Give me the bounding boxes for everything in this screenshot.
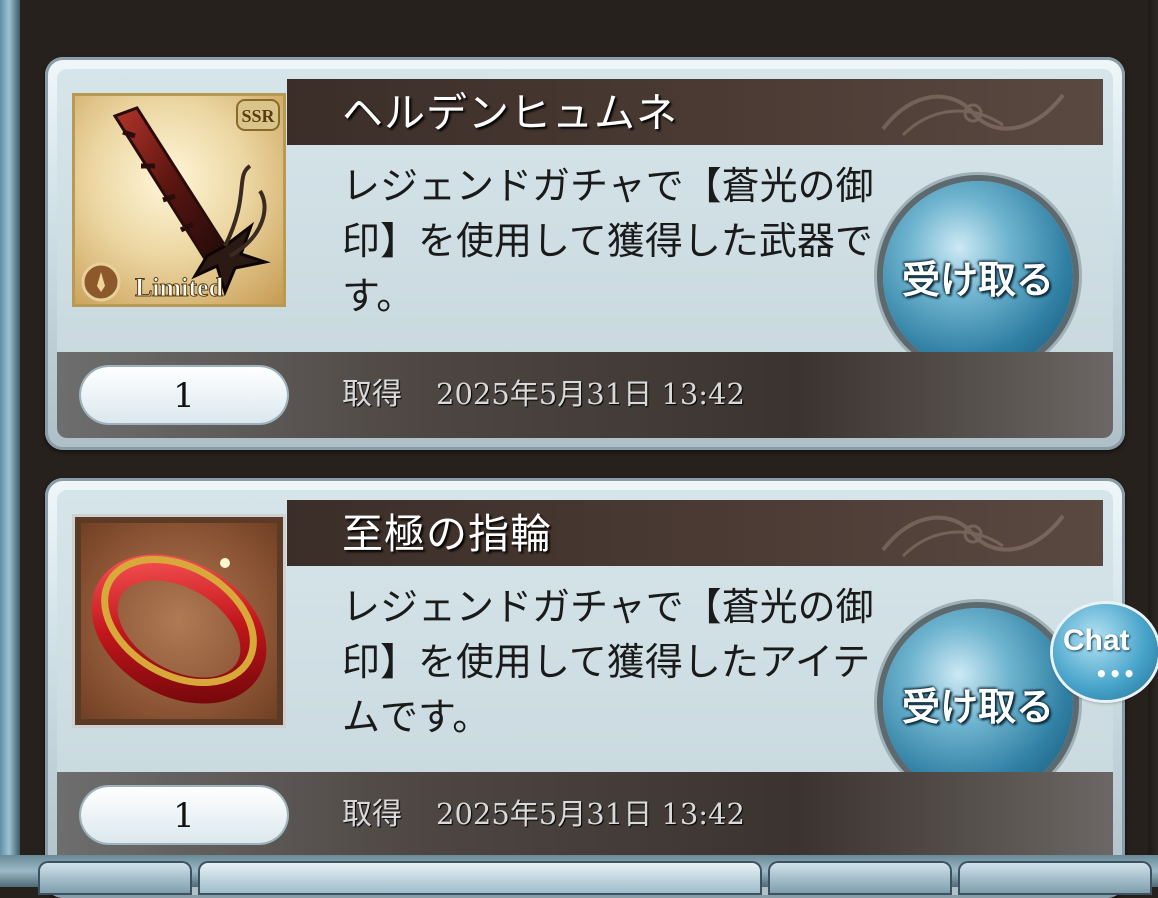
weapon-icon: SSR Limited: [81, 99, 280, 303]
claim-button-label: 受け取る: [901, 684, 1054, 729]
claim-button[interactable]: 受け取る: [883, 181, 1073, 371]
item-name: ヘルデンヒュムネ: [342, 89, 678, 137]
ornament-decoration: [881, 93, 1065, 137]
acquired-info: 取得 2025年5月31日 13:42: [342, 374, 745, 415]
gift-card-body: 至極の指輪 レジェンドガチャで【蒼光の御印】を使用して獲得したアイテムです。 受…: [57, 490, 1113, 886]
item-info-bar: 1 取得 2025年5月31日 13:42: [57, 352, 1113, 438]
footer-tab-3[interactable]: [770, 863, 950, 893]
quantity-badge: 1: [81, 367, 287, 423]
footer-tab-center[interactable]: [200, 863, 760, 893]
chat-button[interactable]: Chat •••: [1053, 604, 1158, 700]
item-thumbnail: SSR Limited: [72, 93, 286, 307]
item-name: 至極の指輪: [342, 510, 552, 558]
quantity-badge: 1: [81, 787, 287, 843]
item-thumbnail: [72, 514, 286, 728]
item-info-bar: 1 取得 2025年5月31日 13:42: [57, 772, 1113, 858]
footer-tab-back[interactable]: [40, 863, 190, 893]
chat-label: Chat: [1063, 624, 1130, 657]
left-frame-border: [0, 0, 20, 887]
acquired-date: 2025年5月31日 13:42: [436, 797, 745, 831]
chat-dots-icon: •••: [1095, 662, 1137, 686]
ssr-badge-text: SSR: [241, 106, 275, 126]
acquired-date: 2025年5月31日 13:42: [436, 377, 745, 411]
right-frame-border: [1148, 0, 1158, 887]
footer-tab-4[interactable]: [960, 863, 1150, 893]
claim-button[interactable]: 受け取る: [883, 608, 1073, 798]
ring-icon: [91, 554, 267, 704]
ornament-decoration: [881, 514, 1065, 558]
claim-button-label: 受け取る: [901, 257, 1054, 302]
acquired-label: 取得: [342, 377, 402, 412]
item-description: レジェンドガチャで【蒼光の御印】を使用して獲得した武器です。: [342, 164, 874, 318]
acquired-info: 取得 2025年5月31日 13:42: [342, 794, 745, 835]
gift-card: 至極の指輪 レジェンドガチャで【蒼光の御印】を使用して獲得したアイテムです。 受…: [45, 478, 1125, 898]
acquired-label: 取得: [342, 797, 402, 832]
gift-card-body: ヘルデンヒュムネ レジェンドガチャで【蒼光の御印】を使用して獲得した武器です。 …: [57, 69, 1113, 438]
footer-nav: [0, 855, 1158, 893]
gift-card: ヘルデンヒュムネ レジェンドガチャで【蒼光の御印】を使用して獲得した武器です。 …: [45, 57, 1125, 450]
item-description: レジェンドガチャで【蒼光の御印】を使用して獲得したアイテムです。: [342, 585, 874, 739]
limited-banner: Limited: [135, 273, 224, 302]
